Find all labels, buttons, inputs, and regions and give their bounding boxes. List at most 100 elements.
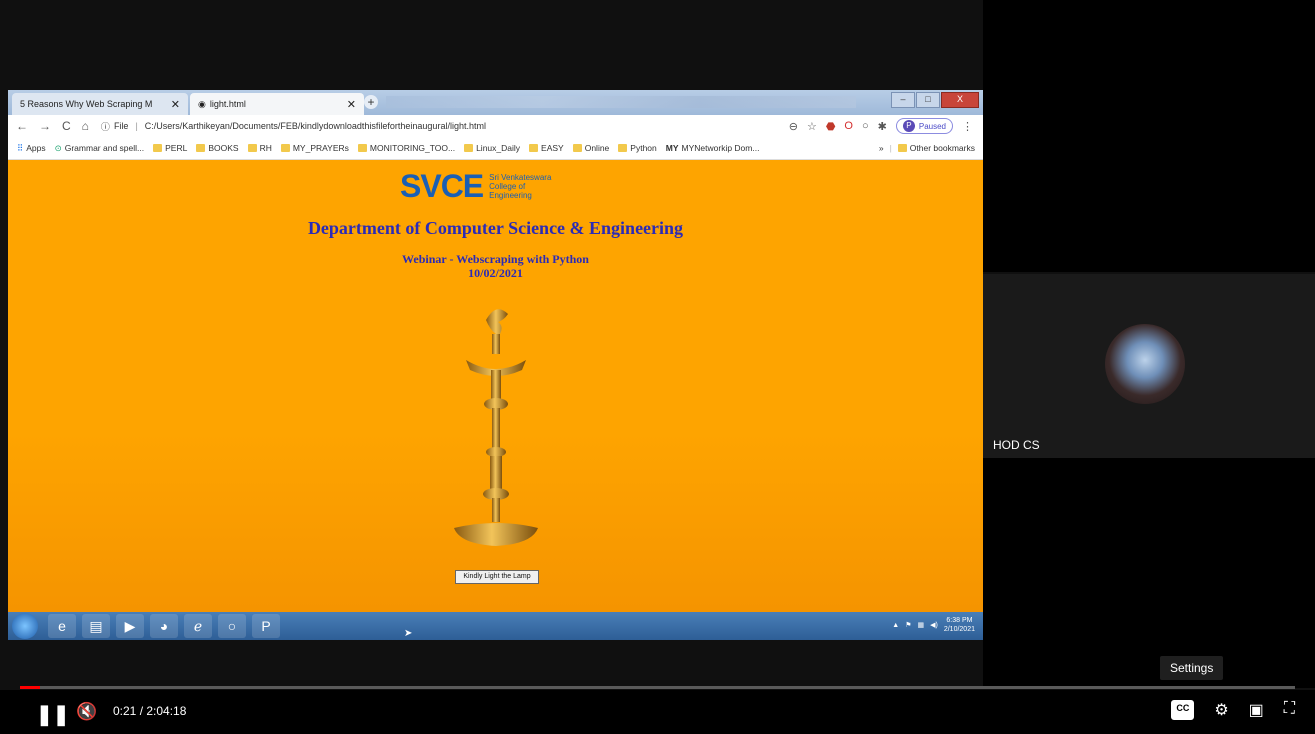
puzzle-icon[interactable]: ✱ xyxy=(878,120,887,133)
logo-text: SVCE xyxy=(400,168,484,204)
bookmark-item[interactable]: ⊙ Grammar and spell... xyxy=(55,143,145,154)
bookmark-folder[interactable]: PERL xyxy=(153,143,187,153)
webinar-heading: Webinar - Webscraping with Python 10/02/… xyxy=(8,252,983,280)
more-bookmarks-button[interactable]: » xyxy=(879,143,884,153)
folder-icon xyxy=(153,144,163,152)
player-controls: ❚❚ 🔇 0:21 / 2:04:18 CC ⚙ ▣ ⛶ xyxy=(0,690,1315,734)
maximize-button[interactable]: □ xyxy=(916,92,940,108)
bookmark-folder[interactable]: MONITORING_TOO... xyxy=(357,143,455,153)
light-lamp-button[interactable]: Kindly Light the Lamp xyxy=(455,570,539,584)
extension-circle-icon[interactable]: ○ xyxy=(862,120,869,132)
url-field[interactable]: ⓘ File | C:/Users/Karthikeyan/Documents/… xyxy=(101,120,486,133)
grammarly-icon: ⊙ xyxy=(54,142,62,153)
folder-icon xyxy=(196,144,206,152)
reload-icon[interactable]: C xyxy=(62,119,71,133)
bookmark-label: Other bookmarks xyxy=(909,143,975,153)
tab-close-icon[interactable]: ✕ xyxy=(347,98,356,111)
bookmark-label: RH xyxy=(259,143,272,153)
forward-arrow-icon[interactable]: → xyxy=(39,119,51,133)
opera-taskbar-icon[interactable]: ○ xyxy=(218,614,246,638)
progress-bar[interactable] xyxy=(20,686,1295,689)
zoom-icon[interactable]: ⊖ xyxy=(789,120,798,133)
new-tab-button[interactable]: + xyxy=(364,95,378,109)
start-button[interactable] xyxy=(12,613,38,639)
windows-taskbar: e ▤ ▶ ◕ ℯ ○ P ➤ ▲ ⚑ ▦ ◀) 6:38 PM 2/10/20… xyxy=(8,612,983,640)
flag-icon[interactable]: ⚑ xyxy=(905,621,911,629)
browser-tab-2[interactable]: ◉ light.html ✕ xyxy=(190,93,364,115)
other-bookmarks[interactable]: Other bookmarks xyxy=(897,143,975,153)
explorer-folder-icon[interactable]: ▤ xyxy=(82,614,110,638)
folder-icon xyxy=(464,144,474,152)
address-bar: ← → C ⌂ ⓘ File | C:/Users/Karthikeyan/Do… xyxy=(8,115,983,137)
bookmark-label: Grammar and spell... xyxy=(64,143,145,153)
volume-icon[interactable]: ◀) xyxy=(930,621,938,629)
profile-avatar: P xyxy=(902,120,915,132)
participant-avatar xyxy=(1105,324,1185,404)
bookmarks-bar: ⠿ Apps ⊙ Grammar and spell... PERL BOOKS R… xyxy=(8,137,983,160)
bookmark-folder[interactable]: Linux_Daily xyxy=(464,143,520,153)
participant-tile-empty xyxy=(983,0,1315,272)
bookmark-folder[interactable]: Python xyxy=(618,143,657,153)
participant-tile: HOD CS xyxy=(983,274,1315,458)
settings-gear-icon[interactable]: ⚙ xyxy=(1214,700,1228,720)
edge-icon[interactable]: ℯ xyxy=(184,614,212,638)
clock-time: 6:38 PM xyxy=(946,617,973,624)
adblock-icon[interactable]: ⬣ xyxy=(826,120,836,133)
tab-2-title: light.html xyxy=(209,99,246,109)
menu-kebab-icon[interactable]: ⋮ xyxy=(962,120,973,133)
ie-icon[interactable]: e xyxy=(48,614,76,638)
participant-tile-empty xyxy=(983,458,1315,688)
pause-icon[interactable]: ❚❚ xyxy=(36,702,70,727)
bookmark-label: PERL xyxy=(165,143,188,153)
bookmark-folder[interactable]: BOOKS xyxy=(196,143,239,153)
profile-status: Paused xyxy=(918,121,946,131)
webpage-content: SVCE Sri Venkateswara College of Enginee… xyxy=(8,160,983,612)
tray-expand-icon[interactable]: ▲ xyxy=(892,622,899,629)
logo-line-2: College of xyxy=(489,182,526,191)
fullscreen-icon[interactable]: ⛶ xyxy=(1284,700,1295,720)
department-heading: Department of Computer Science & Enginee… xyxy=(307,218,684,238)
captions-button[interactable]: CC xyxy=(1171,700,1195,720)
bookmark-apps[interactable]: ⠿ Apps xyxy=(17,143,46,154)
miniplayer-icon[interactable]: ▣ xyxy=(1249,700,1264,720)
bookmark-label: Python xyxy=(630,143,657,153)
folder-icon xyxy=(618,144,628,152)
minimize-button[interactable]: – xyxy=(891,92,915,108)
back-arrow-icon[interactable]: ← xyxy=(16,119,28,133)
bookmark-star-icon[interactable]: ☆ xyxy=(807,120,817,133)
tray-clock[interactable]: 6:38 PM 2/10/2021 xyxy=(944,616,975,634)
bookmark-item[interactable]: MY MYNetworkip Dom... xyxy=(666,143,760,153)
bookmark-folder[interactable]: MY_PRAYERs xyxy=(280,143,349,153)
shared-screen: 5 Reasons Why Web Scraping M ✕ ◉ light.h… xyxy=(8,90,983,640)
logo-line-3: Engineering xyxy=(489,191,532,200)
browser-tab-1[interactable]: 5 Reasons Why Web Scraping M ✕ xyxy=(12,93,188,115)
opera-icon[interactable]: O xyxy=(844,120,853,132)
webinar-date: 10/02/2021 xyxy=(468,266,523,280)
bookmark-label: BOOKS xyxy=(208,143,239,153)
bookmark-label: Linux_Daily xyxy=(476,143,521,153)
url-separator: | xyxy=(135,121,138,131)
bookmark-folder[interactable]: RH xyxy=(247,143,272,153)
bookmark-folder[interactable]: EASY xyxy=(529,143,564,153)
bookmark-label: Apps xyxy=(26,143,46,153)
home-icon[interactable]: ⌂ xyxy=(82,119,89,133)
video-player[interactable]: 5 Reasons Why Web Scraping M ✕ ◉ light.h… xyxy=(0,0,1315,734)
folder-icon xyxy=(357,144,367,152)
mouse-cursor-icon: ➤ xyxy=(404,628,413,639)
bookmark-folder[interactable]: Online xyxy=(572,143,610,153)
profile-button[interactable]: P Paused xyxy=(895,118,953,134)
powerpoint-icon[interactable]: P xyxy=(252,614,280,638)
globe-icon: ◉ xyxy=(198,98,206,109)
media-player-icon[interactable]: ▶ xyxy=(116,614,144,638)
close-window-button[interactable]: X xyxy=(941,92,979,108)
browser-tab-bar: 5 Reasons Why Web Scraping M ✕ ◉ light.h… xyxy=(8,90,983,115)
muted-volume-icon[interactable]: 🔇 xyxy=(76,702,97,722)
window-controls: – □ X xyxy=(891,92,979,108)
tab-close-icon[interactable]: ✕ xyxy=(171,98,180,111)
bookmark-label: Online xyxy=(584,143,610,153)
folder-icon xyxy=(897,144,907,152)
chrome-icon[interactable]: ◕ xyxy=(150,614,178,638)
college-logo: SVCE Sri Venkateswara College of Enginee… xyxy=(400,168,551,205)
network-icon[interactable]: ▦ xyxy=(918,621,925,629)
time-display: 0:21 / 2:04:18 xyxy=(113,704,187,718)
